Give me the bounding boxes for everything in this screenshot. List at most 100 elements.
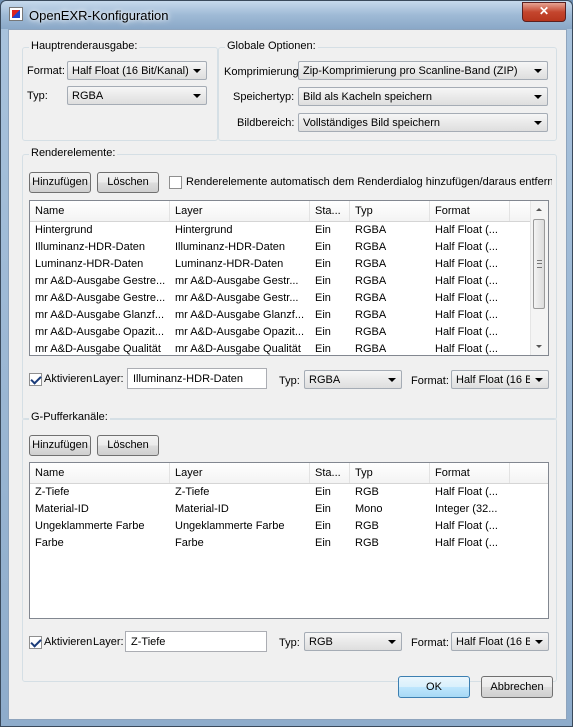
scroll-up-arrow-icon[interactable] [531, 201, 548, 218]
column-header-status[interactable]: Sta... [310, 201, 350, 221]
auto-add-checkbox[interactable] [169, 176, 182, 189]
gbuffer-format-label: Format: [411, 637, 449, 649]
cell-type: RGBA [355, 258, 387, 270]
ok-button[interactable]: OK [398, 676, 470, 698]
chevron-down-icon [535, 378, 543, 382]
cell-format: Half Float (... [435, 326, 498, 338]
cell-type: RGBA [355, 292, 387, 304]
cell-type: Mono [355, 503, 383, 515]
table-row[interactable]: Z-Tiefe Z-Tiefe Ein RGB Half Float (... [30, 484, 530, 501]
main-format-select[interactable]: Half Float (16 Bit/Kanal) [67, 61, 207, 80]
compression-select[interactable]: Zip-Komprimierung pro Scanline-Band (ZIP… [298, 61, 548, 80]
gbuffer-delete-button[interactable]: Löschen [97, 435, 159, 456]
render-type-label: Typ: [279, 375, 300, 387]
cell-status: Ein [315, 241, 331, 253]
column-header-status[interactable]: Sta... [310, 463, 350, 483]
cell-name: Hintergrund [35, 224, 93, 236]
chevron-down-icon [388, 378, 396, 382]
dialog-window: OpenEXR-Konfiguration ✕ Hauptrenderausga… [0, 0, 573, 727]
dialog-client-area: Hauptrenderausgabe: Format: Half Float (… [8, 29, 567, 720]
gbuffer-list[interactable]: Name Layer Sta... Typ Format Z-Tiefe Z-Ti… [29, 462, 549, 619]
cell-type: RGB [355, 486, 379, 498]
chevron-down-icon [535, 640, 543, 644]
column-header-name[interactable]: Name [30, 201, 170, 221]
storage-type-label: Speichertyp: [233, 91, 295, 103]
render-enable-checkbox[interactable] [29, 373, 42, 386]
image-region-label: Bildbereich: [237, 117, 295, 129]
table-row[interactable]: Luminanz-HDR-Daten Luminanz-HDR-Daten Ein R… [30, 256, 530, 273]
column-header-format[interactable]: Format [430, 201, 510, 221]
cell-format: Half Float (... [435, 309, 498, 321]
cell-layer: Illuminanz-HDR-Daten [175, 241, 286, 253]
table-row[interactable]: mr A&D-Ausgabe Opazit... mr A&D-Ausgabe O… [30, 324, 530, 341]
cell-type: RGBA [355, 309, 387, 321]
table-row[interactable]: Illuminanz-HDR-Daten Illuminanz-HDR-Daten… [30, 239, 530, 256]
table-row[interactable]: mr A&D-Ausgabe Gestre... mr A&D-Ausgabe G… [30, 273, 530, 290]
render-elements-group: Renderelemente: Hinzufügen Löschen Rende… [22, 147, 557, 420]
render-format-select[interactable]: Half Float (16 B [451, 370, 549, 389]
cell-format: Half Float (... [435, 258, 498, 270]
cell-type: RGBA [355, 275, 387, 287]
render-elements-list[interactable]: Name Layer Sta... Typ Format Hintergrund… [29, 200, 549, 356]
cell-status: Ein [315, 520, 331, 532]
cell-format: Half Float (... [435, 486, 498, 498]
gbuffer-layer-label: Layer: [93, 636, 124, 648]
main-output-group: Hauptrenderausgabe: Format: Half Float (… [22, 40, 218, 141]
main-format-label: Format: [27, 65, 65, 77]
render-format-label: Format: [411, 375, 449, 387]
table-row[interactable]: Material-ID Material-ID Ein Mono Integer (32… [30, 501, 530, 518]
render-list-scrollbar[interactable] [530, 201, 548, 355]
column-header-format[interactable]: Format [430, 463, 510, 483]
storage-type-select[interactable]: Bild als Kacheln speichern [298, 87, 548, 106]
cell-format: Half Float (... [435, 224, 498, 236]
cell-format: Half Float (... [435, 343, 498, 355]
global-options-group-title: Globale Optionen: [225, 40, 318, 52]
render-list-header: Name Layer Sta... Typ Format [30, 201, 548, 222]
column-header-layer[interactable]: Layer [170, 463, 310, 483]
title-bar[interactable]: OpenEXR-Konfiguration ✕ [1, 1, 572, 29]
cell-name: Ungeklammerte Farbe [35, 520, 145, 532]
gbuffer-layer-input[interactable]: Z-Tiefe [125, 631, 267, 652]
cell-layer: mr A&D-Ausgabe Opazit... [175, 326, 304, 338]
cell-type: RGBA [355, 326, 387, 338]
scroll-thumb[interactable] [533, 219, 545, 309]
cancel-button[interactable]: Abbrechen [481, 676, 553, 698]
column-header-type[interactable]: Typ [350, 201, 430, 221]
cell-name: Luminanz-HDR-Daten [35, 258, 144, 270]
column-header-name[interactable]: Name [30, 463, 170, 483]
render-type-select[interactable]: RGBA [304, 370, 402, 389]
cell-type: RGBA [355, 343, 387, 355]
table-row[interactable]: mr A&D-Ausgabe Gestre... mr A&D-Ausgabe G… [30, 290, 530, 307]
cell-format: Half Float (... [435, 275, 498, 287]
cell-name: Material-ID [35, 503, 89, 515]
gbuffer-format-select[interactable]: Half Float (16 B [451, 632, 549, 651]
render-delete-button[interactable]: Löschen [97, 172, 159, 193]
cell-name: mr A&D-Ausgabe Opazit... [35, 326, 164, 338]
cell-layer: Hintergrund [175, 224, 233, 236]
image-region-select[interactable]: Vollständiges Bild speichern [298, 113, 548, 132]
close-button[interactable]: ✕ [522, 2, 566, 22]
gbuffer-enable-checkbox[interactable] [29, 636, 42, 649]
cell-type: RGB [355, 537, 379, 549]
cell-type: RGB [355, 520, 379, 532]
render-layer-input[interactable]: Illuminanz-HDR-Daten [127, 368, 267, 389]
main-output-group-title: Hauptrenderausgabe: [29, 40, 140, 52]
table-row[interactable]: Hintergrund Hintergrund Ein RGBA Half Float … [30, 222, 530, 239]
main-type-select[interactable]: RGBA [67, 86, 207, 105]
column-header-layer[interactable]: Layer [170, 201, 310, 221]
cell-name: mr A&D-Ausgabe Glanzf... [35, 309, 164, 321]
gbuffer-type-select[interactable]: RGB [304, 632, 402, 651]
scroll-down-arrow-icon[interactable] [531, 338, 548, 355]
table-row[interactable]: mr A&D-Ausgabe Glanzf... mr A&D-Ausgabe G… [30, 307, 530, 324]
cell-status: Ein [315, 309, 331, 321]
table-row[interactable]: Ungeklammerte Farbe Ungeklammerte Farbe Ei… [30, 518, 530, 535]
gbuffer-list-header: Name Layer Sta... Typ Format [30, 463, 548, 484]
table-row[interactable]: Farbe Farbe Ein RGB Half Float (... [30, 535, 530, 552]
render-add-button[interactable]: Hinzufügen [29, 172, 91, 193]
gbuffer-add-button[interactable]: Hinzufügen [29, 435, 91, 456]
column-header-type[interactable]: Typ [350, 463, 430, 483]
cell-layer: mr A&D-Ausgabe Qualität [175, 343, 301, 355]
cell-layer: mr A&D-Ausgabe Glanzf... [175, 309, 304, 321]
table-row[interactable]: mr A&D-Ausgabe Qualität mr A&D-Ausgabe Qu… [30, 341, 530, 355]
chevron-down-icon [193, 94, 201, 98]
